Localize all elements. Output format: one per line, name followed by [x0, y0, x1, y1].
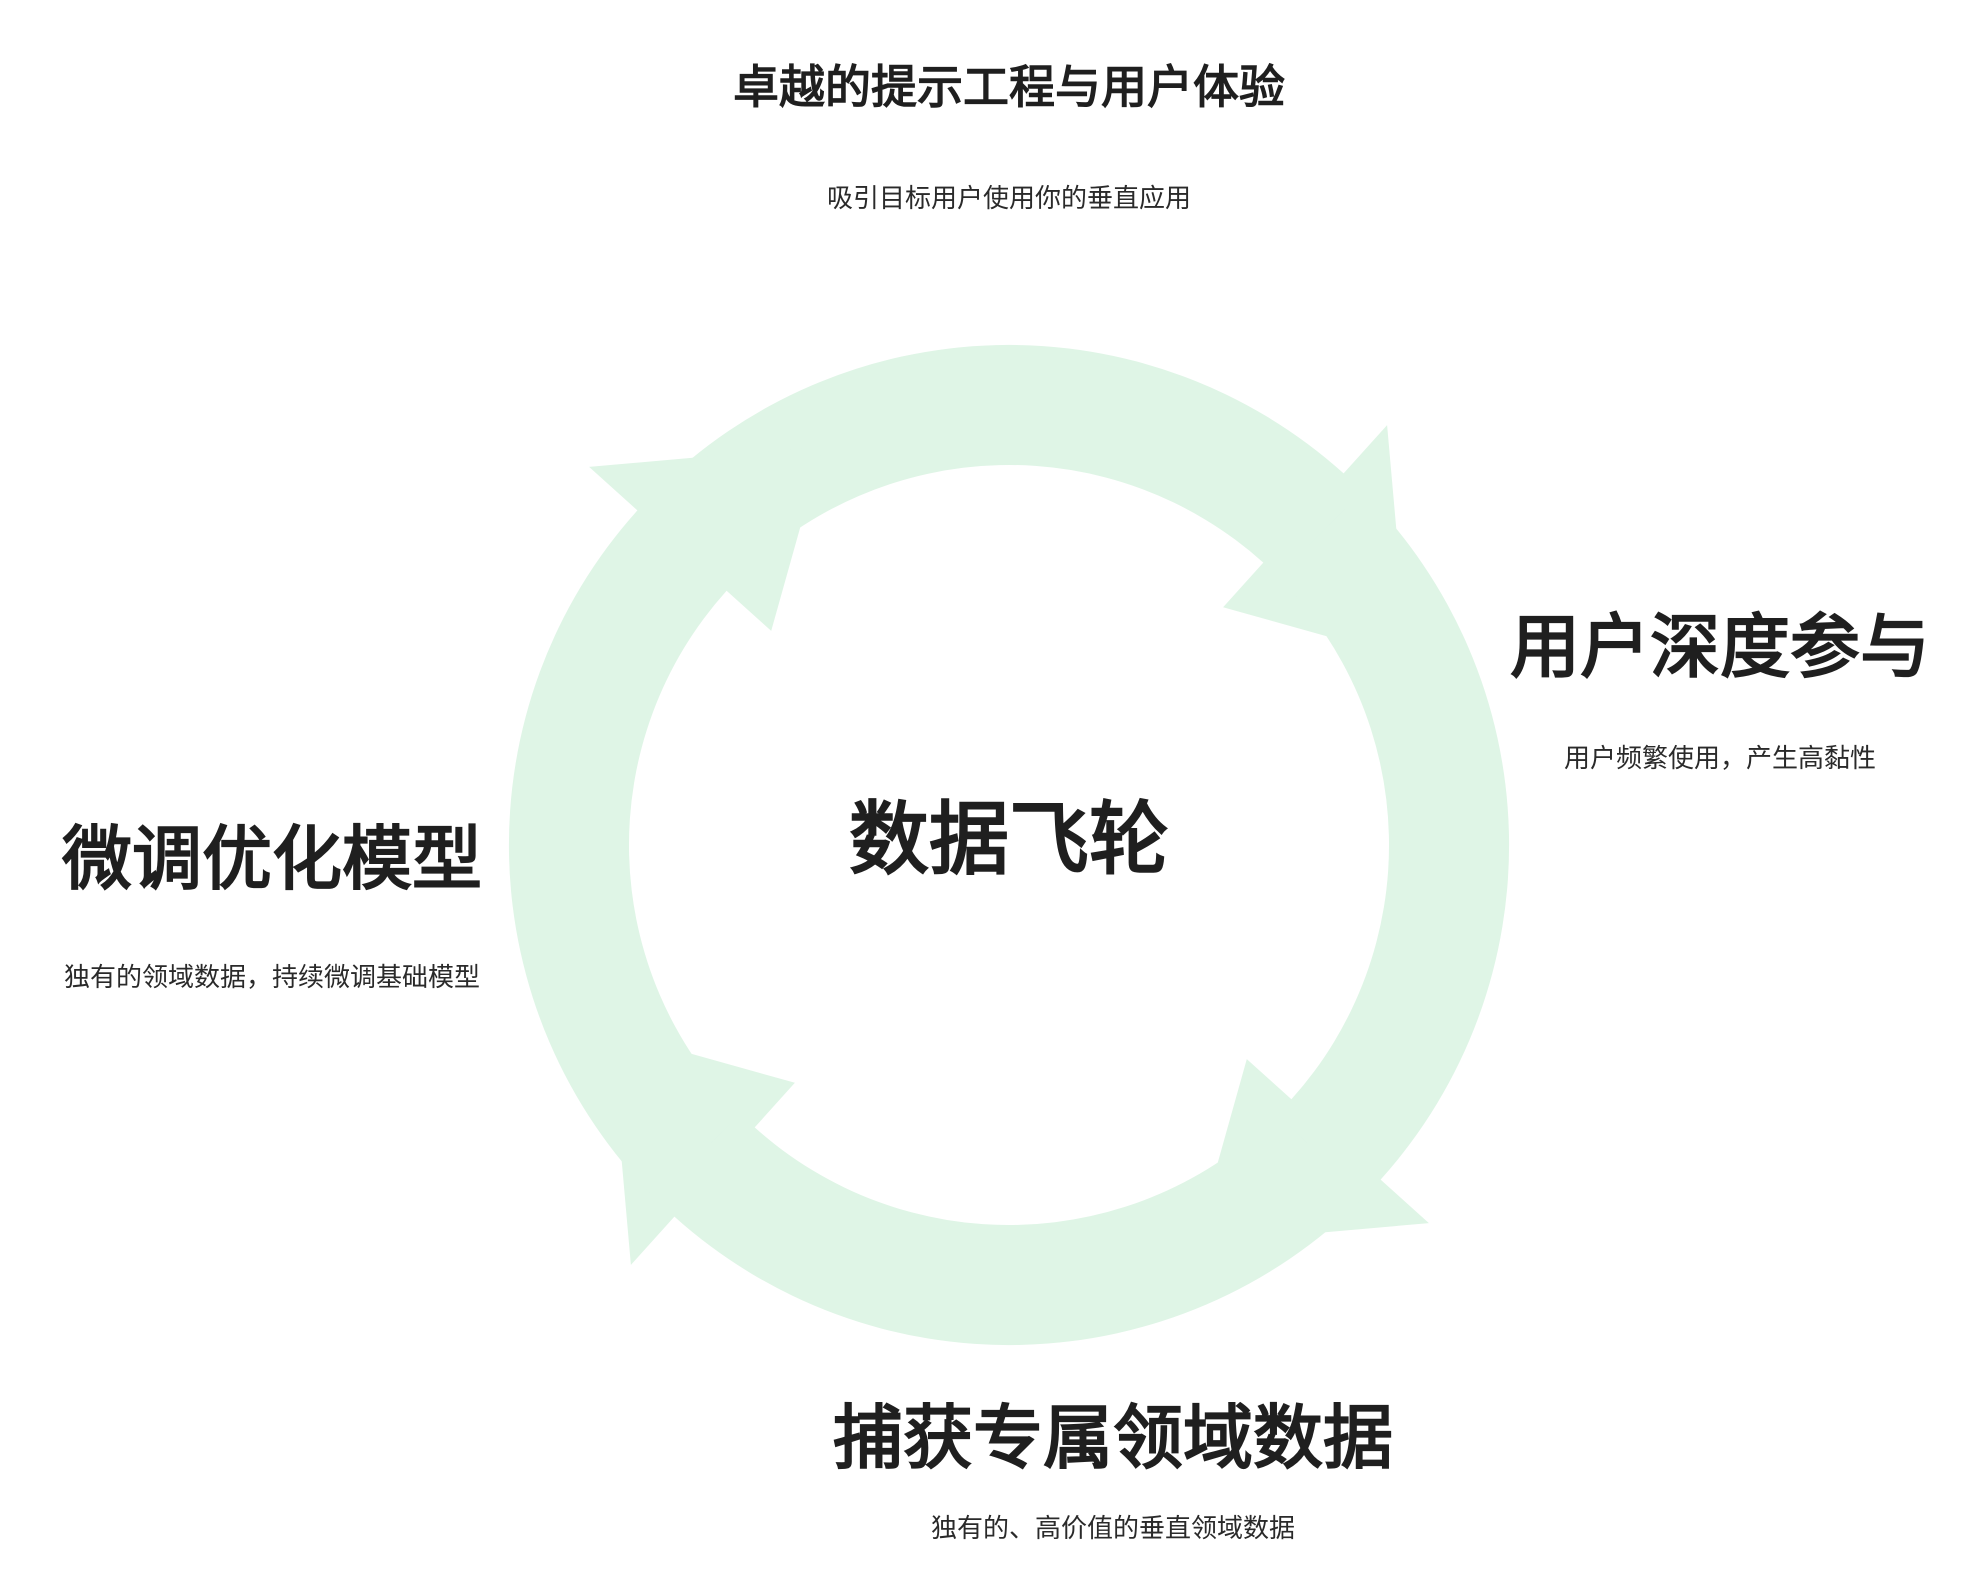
node-description-left: 独有的领域数据，持续微调基础模型 — [63, 963, 481, 993]
node-description-bottom: 独有的、高价值的垂直领域数据 — [930, 1514, 1296, 1544]
node-description-right: 用户频繁使用，产生高黏性 — [1563, 744, 1877, 774]
node-title-right: 用户深度参与 — [1510, 606, 1930, 688]
node-title-left: 微调优化模型 — [62, 818, 482, 900]
node-description-top: 吸引目标用户使用你的垂直应用 — [826, 184, 1192, 214]
node-title-top: 卓越的提示工程与用户体验 — [733, 60, 1285, 114]
flywheel-center-label: 数据飞轮 — [849, 793, 1169, 886]
node-title-bottom: 捕获专属领域数据 — [833, 1397, 1393, 1479]
